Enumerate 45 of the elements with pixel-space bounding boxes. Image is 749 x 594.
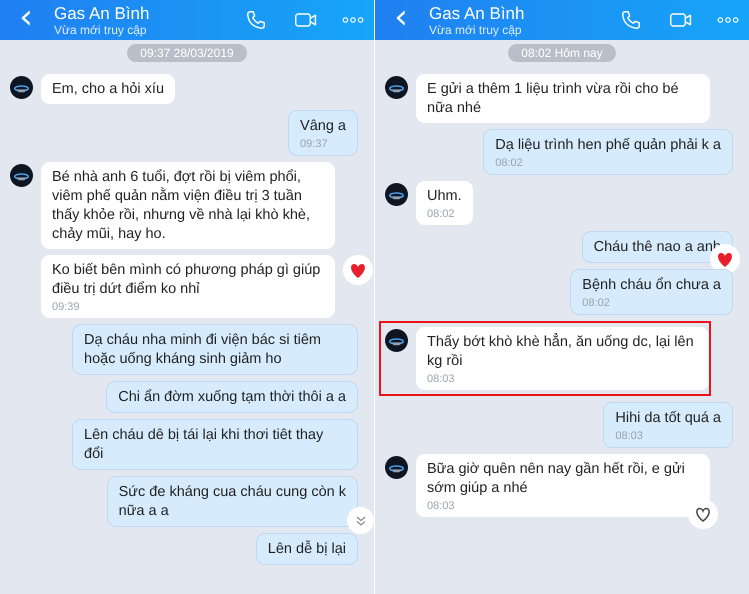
message-time: 08:03	[615, 430, 644, 442]
date-label: 08:02 Hôm nay	[508, 44, 616, 62]
avatar-icon[interactable]	[10, 76, 33, 99]
like-button[interactable]	[688, 499, 718, 529]
scroll-down-button[interactable]	[347, 507, 374, 534]
message-text: Hihi da tốt quá a	[615, 409, 721, 428]
avatar-icon[interactable]	[385, 456, 408, 479]
avatar-icon[interactable]	[385, 76, 408, 99]
message-text: Dạ liệu trình hen phế quản phải k a	[495, 136, 721, 155]
message-time: 08:02	[495, 157, 524, 169]
message-text: E gửi a thêm 1 liệu trình vừa rồi cho bé nữa nhé	[427, 80, 680, 118]
message-time: 08:03	[427, 500, 456, 512]
message-text: Bé nhà anh 6 tuổi, đợt rồi bị viêm phổi, viêm phế quản nằm viện điều trị 3 tuần thấy khỏe rồi, nhưng về nhà lại khò khè, chảy mũi, hay ho.	[52, 168, 311, 244]
message-text: Sức đe kháng cua cháu cung còn k nữa a a	[118, 483, 346, 521]
message-text: Chi ẩn đờm xuống tạm thời thôi a a	[118, 388, 346, 407]
avatar-icon[interactable]	[385, 329, 408, 352]
avatar-icon[interactable]	[10, 164, 33, 187]
message-text: Uhm.	[427, 187, 462, 206]
status-text: Vừa mới truy cập	[429, 22, 523, 36]
message-text: Ko biết bên mình có phương pháp gì giúp điều trị dứt điểm ko nhỉ	[52, 261, 322, 299]
message-text: Bệnh cháu ổn chưa a	[582, 276, 721, 295]
back-button[interactable]: ‹	[383, 2, 419, 38]
message-time: 09:39	[52, 301, 81, 313]
phone-icon[interactable]	[619, 9, 643, 31]
contact-name: Gas An Bình	[429, 4, 526, 22]
more-icon[interactable]	[342, 15, 364, 25]
avatar-icon[interactable]	[385, 183, 408, 206]
date-label: 09:37 28/03/2019	[127, 44, 247, 62]
more-icon[interactable]	[717, 15, 739, 25]
message-time: 08:02	[582, 297, 611, 309]
message-text: Lên cháu dê bị tái lại khi thơi tiêt thay đổi	[84, 426, 324, 464]
message-text: Bữa giờ quên nên nay gần hết rồi, e gửi sớm giúp a nhé	[427, 460, 686, 498]
message-text: Em, cho a hỏi xíu	[52, 80, 164, 99]
message-text: Thấy bớt khò khè hẳn, ăn uống dc, lại lên kg rồi	[427, 333, 695, 371]
heart-reaction-icon[interactable]	[343, 255, 373, 285]
message-time: 08:02	[427, 208, 456, 220]
message-time: 08:03	[427, 373, 456, 385]
message-text: Dạ cháu nha minh đi viện bác si tiêm hoặc uống kháng sinh giảm ho	[84, 331, 322, 369]
phone-icon[interactable]	[244, 9, 268, 31]
contact-name: Gas An Bình	[54, 4, 150, 22]
back-button[interactable]: ‹	[8, 2, 44, 38]
message-text: Lên dễ bị lại	[268, 540, 346, 559]
status-text: Vừa mới truy cập	[54, 22, 148, 36]
message-text: Vâng a	[300, 117, 346, 136]
message-time: 09:37	[300, 138, 329, 150]
